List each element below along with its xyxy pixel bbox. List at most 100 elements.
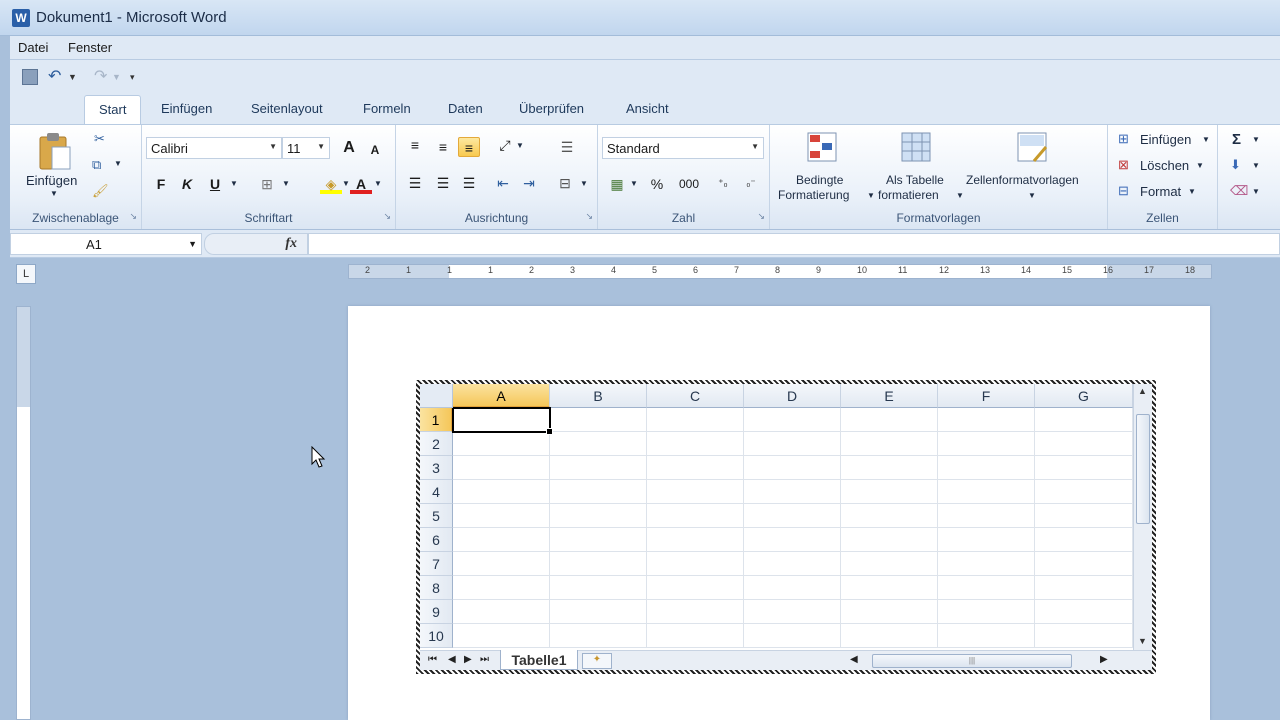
paste-icon[interactable] (38, 131, 74, 171)
cell[interactable] (550, 408, 647, 432)
format-as-table-label-2[interactable]: formatieren (878, 188, 939, 202)
orientation-icon[interactable]: ⤢ (494, 135, 516, 155)
cell[interactable] (1035, 528, 1133, 552)
cell[interactable] (938, 456, 1035, 480)
align-right-icon[interactable]: ☰ (458, 173, 480, 193)
cell[interactable] (550, 576, 647, 600)
paste-dropdown-icon[interactable]: ▼ (50, 189, 58, 198)
vertical-ruler[interactable] (16, 306, 31, 720)
number-format-combo[interactable]: Standard ▼ (602, 137, 764, 159)
shrink-font-button[interactable]: A (364, 140, 386, 160)
tab-ueberpruefen[interactable]: Überprüfen (519, 101, 584, 116)
cell[interactable] (453, 552, 550, 576)
prev-sheet-icon[interactable]: ◀ (448, 654, 456, 665)
font-size-combo[interactable]: 11 ▼ (282, 137, 330, 159)
column-header-g[interactable]: G (1035, 384, 1133, 408)
border-dropdown-icon[interactable]: ▼ (282, 179, 290, 188)
cell[interactable] (550, 624, 647, 648)
cell[interactable] (453, 504, 550, 528)
thousands-button[interactable]: 000 (674, 174, 704, 194)
cell[interactable] (1035, 456, 1133, 480)
decrease-indent-icon[interactable]: ⇤ (492, 173, 514, 193)
cell-styles-label[interactable]: Zellenformatvorlagen (966, 173, 1079, 187)
cell[interactable] (841, 480, 938, 504)
cell[interactable] (841, 552, 938, 576)
cell[interactable] (938, 600, 1035, 624)
column-header-e[interactable]: E (841, 384, 938, 408)
insert-sheet-icon[interactable]: ✦ (582, 653, 612, 669)
cell[interactable] (550, 504, 647, 528)
grow-font-button[interactable]: A (338, 138, 360, 158)
row-header-1[interactable]: 1 (420, 408, 453, 432)
cell[interactable] (550, 528, 647, 552)
redo-dropdown-icon[interactable]: ▼ (112, 69, 128, 85)
align-center-icon[interactable]: ☰ (432, 173, 454, 193)
autosum-dropdown-icon[interactable]: ▼ (1252, 135, 1260, 144)
copy-icon[interactable]: ⧉ (92, 157, 101, 173)
format-as-table-icon[interactable] (900, 131, 936, 167)
cell[interactable] (744, 552, 841, 576)
align-left-icon[interactable]: ☰ (404, 173, 426, 193)
cell[interactable] (841, 408, 938, 432)
cell[interactable] (841, 576, 938, 600)
name-box[interactable]: A1 ▼ (10, 233, 202, 255)
copy-dropdown-icon[interactable]: ▼ (114, 159, 122, 168)
cell[interactable] (1035, 504, 1133, 528)
orientation-dropdown-icon[interactable]: ▼ (516, 141, 524, 150)
redo-icon[interactable]: ↷ (94, 69, 110, 85)
clear-icon[interactable]: ⌫ (1230, 183, 1248, 199)
cell[interactable] (841, 432, 938, 456)
format-cells-dropdown-icon[interactable]: ▼ (1188, 187, 1196, 196)
column-header-a[interactable]: A (453, 384, 550, 408)
clear-dropdown-icon[interactable]: ▼ (1252, 187, 1260, 196)
cell[interactable] (453, 456, 550, 480)
delete-cells-dropdown-icon[interactable]: ▼ (1196, 161, 1204, 170)
alignment-launcher-icon[interactable]: ↘ (585, 211, 593, 222)
fill-color-icon[interactable]: ◈ (320, 174, 342, 194)
cell[interactable] (938, 432, 1035, 456)
italic-button[interactable]: K (176, 174, 198, 194)
row-header-7[interactable]: 7 (420, 552, 453, 576)
row-header-10[interactable]: 10 (420, 624, 453, 648)
cell[interactable] (647, 408, 744, 432)
font-launcher-icon[interactable]: ↘ (383, 211, 391, 222)
cell[interactable] (453, 624, 550, 648)
cell[interactable] (1035, 432, 1133, 456)
first-sheet-icon[interactable]: ⏮ (428, 654, 437, 665)
cell[interactable] (453, 576, 550, 600)
cell[interactable] (744, 456, 841, 480)
column-header-c[interactable]: C (647, 384, 744, 408)
last-sheet-icon[interactable]: ⏭ (480, 654, 489, 665)
conditional-format-icon[interactable] (806, 131, 842, 167)
cell[interactable] (647, 552, 744, 576)
align-top-icon[interactable]: ≡ (404, 135, 426, 155)
merge-dropdown-icon[interactable]: ▼ (580, 179, 588, 188)
format-painter-icon[interactable]: 🖌 (92, 183, 109, 199)
cell[interactable] (938, 528, 1035, 552)
format-cells-icon[interactable]: ⊟ (1118, 183, 1129, 199)
cell[interactable] (744, 480, 841, 504)
horizontal-scroll-thumb[interactable]: ||| (872, 654, 1072, 668)
cell[interactable] (453, 600, 550, 624)
cell[interactable] (647, 456, 744, 480)
delete-cells-icon[interactable]: ⊠ (1118, 157, 1129, 173)
tab-einfuegen[interactable]: Einfügen (161, 101, 212, 116)
scroll-left-icon[interactable]: ◀ (850, 654, 858, 665)
row-header-4[interactable]: 4 (420, 480, 453, 504)
cell[interactable] (938, 480, 1035, 504)
cell[interactable] (453, 432, 550, 456)
cell[interactable] (744, 576, 841, 600)
tab-seitenlayout[interactable]: Seitenlayout (251, 101, 323, 116)
align-bottom-icon[interactable]: ≡ (458, 137, 480, 157)
save-icon[interactable] (22, 69, 38, 85)
cell[interactable] (744, 408, 841, 432)
cut-icon[interactable]: ✂ (94, 131, 105, 147)
next-sheet-icon[interactable]: ▶ (464, 654, 472, 665)
undo-icon[interactable]: ↶ (48, 69, 64, 85)
tab-ansicht[interactable]: Ansicht (626, 101, 669, 116)
menu-fenster[interactable]: Fenster (68, 40, 112, 55)
cell[interactable] (744, 432, 841, 456)
number-launcher-icon[interactable]: ↘ (757, 211, 765, 222)
formula-input[interactable] (308, 233, 1280, 255)
cell[interactable] (1035, 408, 1133, 432)
